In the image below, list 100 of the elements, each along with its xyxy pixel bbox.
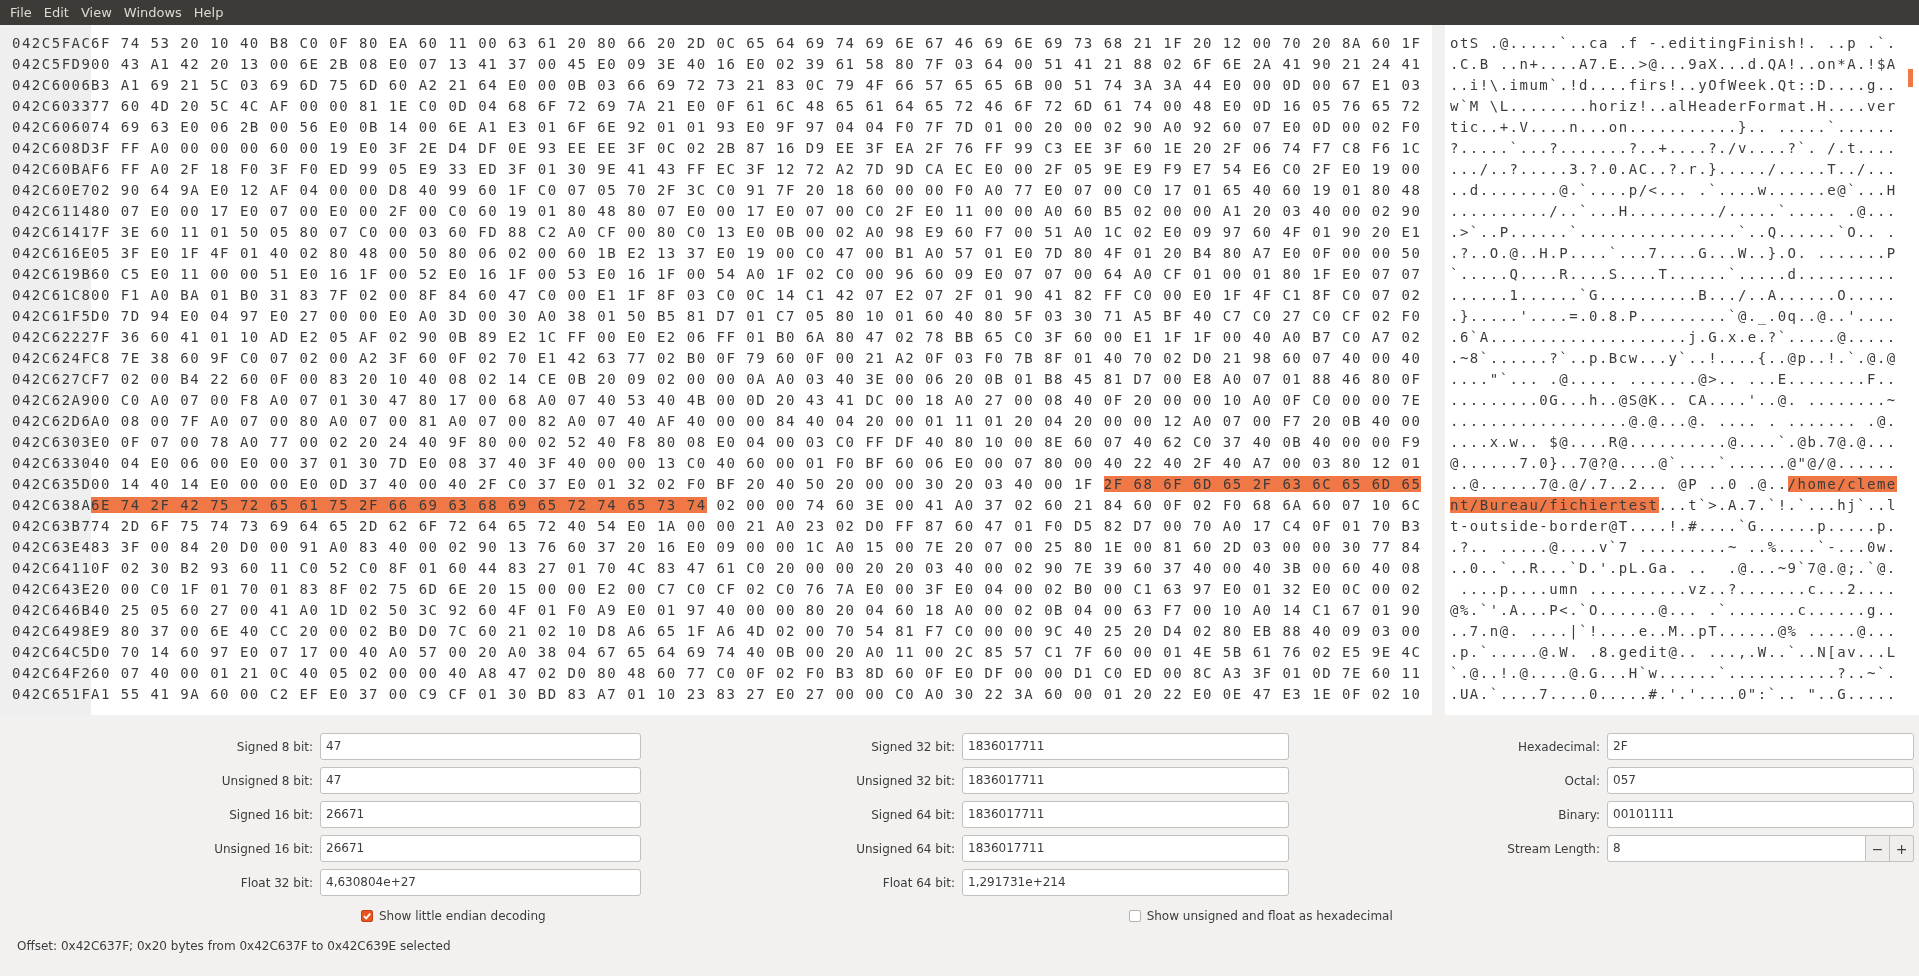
hex-bytes[interactable]: 83 3F 00 84 20 D0 00 91 A0 83 40 00 02 90 13 76 60 37 20 16 E0 09 00 00 1C A0 15 00 7E 20 07 00 25 80 1E 00 81 60 2D 03 00 00 30 77 84 <box>91 539 1422 555</box>
menu-item[interactable]: Windows <box>117 5 188 20</box>
input-field[interactable]: 26671 <box>320 835 641 862</box>
checkbox[interactable] <box>361 910 373 922</box>
hex-bytes[interactable]: 00 F1 A0 BA 01 B0 31 83 7F 02 00 8F 84 60 47 C0 00 E1 1F 8F 03 C0 0C 14 C1 42 07 E2 07 2F 01 90 41 82 FF C0 00 E0 1F 4F C1 8F C0 07 02 <box>91 287 1422 303</box>
ascii-text[interactable]: ?.....`...?.......?..+....?./v....?`. /.t.... <box>1450 140 1897 156</box>
hex-bytes[interactable]: 6E 74 2F 42 75 72 65 61 75 2F 66 69 63 68 69 65 72 74 65 73 74 <box>91 497 707 513</box>
input-field[interactable]: 1836017711 <box>962 767 1289 794</box>
hex-bytes[interactable]: 05 3F E0 1F 4F 01 40 02 80 48 00 50 80 06 02 00 60 1B E2 13 37 E0 19 00 C0 47 00 B1 A0 57 01 E0 7D 80 4F 01 20 B4 80 A7 E0 0F 00 00 50 <box>91 245 1422 261</box>
hex-bytes[interactable]: 00 C0 A0 07 00 F8 A0 07 01 30 47 80 17 00 68 A0 07 40 53 40 4B 00 0D 20 43 41 DC 00 18 A0 27 00 08 40 0F 20 00 00 10 A0 0F C0 00 00 7E <box>91 392 1422 408</box>
ascii-text[interactable]: ......1......`G..........B.../..A......O..... <box>1450 287 1897 303</box>
ascii-text[interactable]: ..................@.@...@. .... . ....... .@. <box>1450 413 1897 429</box>
input-field[interactable]: 1836017711 <box>962 801 1289 828</box>
ascii-text[interactable]: tic..+.V....n...on...........}.. .....`...... <box>1450 119 1897 135</box>
input-field[interactable]: 47 <box>320 733 641 760</box>
ascii-text[interactable]: @......7.0}..7@?@....@`....`......@"@/@...... <box>1450 455 1897 471</box>
hex-bytes[interactable]: 6F 74 53 20 10 40 B8 C0 0F 80 EA 60 11 00 63 61 20 80 66 20 2D 0C 65 64 69 74 69 6E 67 46 69 6E 69 73 68 21 1F 20 12 00 70 20 8A 60 1F <box>91 35 1422 51</box>
ascii-text[interactable]: ..7.n@. ....|`!....e..M..pT......@% .....@... <box>1450 623 1897 639</box>
ascii-text[interactable]: @%.`'.A...P<.`O......@... .`.......c......g.. <box>1450 602 1897 618</box>
ascii-text[interactable]: .>`..P......`................`..Q......`O.. . <box>1450 224 1897 240</box>
field-label: Unsigned 8 bit: <box>220 773 314 788</box>
hex-bytes[interactable]: 40 04 E0 06 00 E0 00 37 01 30 7D E0 08 37 40 3F 40 00 00 13 C0 40 60 00 01 F0 BF 60 06 E0 00 07 80 00 40 22 40 2F 40 A7 00 03 80 12 01 <box>91 455 1422 471</box>
ascii-text[interactable]: .6`A....................j.G.x.e.?`.....@..... <box>1450 329 1897 345</box>
ascii-text[interactable]: ..i!\.imum`.!d....firs!..yOfWeek.Qt::D....g.. <box>1450 77 1897 93</box>
ascii-text[interactable]: .C.B ..n+....A7.E..>@...9aX...d.QA!..on*A.!$A <box>1450 56 1897 72</box>
increment-button[interactable]: + <box>1890 835 1914 862</box>
hex-bytes[interactable]: 7F 36 60 41 01 10 AD E2 05 AF 02 90 0B 89 E2 1C FF 00 E0 E2 06 FF 01 B0 6A 80 47 02 78 BB 65 C0 3F 60 00 E1 1F 1F 00 40 A0 B7 C0 A7 02 <box>91 329 1422 345</box>
scroll-marker[interactable] <box>1908 69 1913 87</box>
ascii-text[interactable]: `.@..!.@....@.G...H`w......`...........?..~`. <box>1450 665 1897 681</box>
input-field[interactable]: 00101111 <box>1607 801 1914 828</box>
input-field[interactable]: 057 <box>1607 767 1914 794</box>
decrement-button[interactable]: − <box>1866 835 1890 862</box>
ascii-text[interactable]: ........../..`...H........./.....`..... .@... <box>1450 203 1897 219</box>
hex-bytes[interactable]: 20 00 C0 1F 01 70 01 83 8F 02 75 6D 6E 20 15 00 00 E2 00 C7 C0 CF 02 C0 76 7A E0 00 3F E0 04 00 02 B0 00 C1 63 97 E0 01 32 E0 0C 00 02 <box>91 581 1422 597</box>
hex-bytes[interactable]: 3F FF A0 00 00 00 60 00 19 E0 3F 2E D4 DF 0E 93 EE EE 3F 0C 02 2B 87 16 D9 EE 3F EA 2F 76 FF 99 C3 EE 3F 60 1E 20 2F 06 74 F7 C8 F6 1C <box>91 140 1422 156</box>
checkbox[interactable] <box>1128 910 1141 922</box>
ascii-text[interactable]: .p.`.....@.W. .8.gedit@.. ...,.W..`..N[av...L <box>1450 644 1897 660</box>
ascii-text[interactable]: t-outside-border@T....!.#....`G......p.....p. <box>1450 518 1897 534</box>
hex-bytes[interactable]: 00 43 A1 42 20 13 00 6E 2B 08 E0 07 13 41 37 00 45 E0 09 3E 40 16 E0 02 39 61 58 80 7F 03 64 00 51 41 21 88 02 6F 6E 2A 41 90 21 24 41 <box>91 56 1422 72</box>
ascii-text[interactable]: ....x.w.. $@....R@..........@....`.@b.7@.@... <box>1450 434 1897 450</box>
ascii-text[interactable]: ....p....umn ..........vz..?.......c...2.... <box>1450 581 1897 597</box>
input-field[interactable]: 8 <box>1607 835 1866 862</box>
hex-bytes[interactable]: 60 C5 E0 11 00 00 51 E0 16 1F 00 52 E0 16 1F 00 53 E0 16 1F 00 54 A0 1F 02 C0 00 96 60 09 E0 07 07 00 64 A0 CF 01 00 01 80 1F E0 07 07 <box>91 266 1422 282</box>
ascii-text[interactable]: .UA.`....7....0.....#.'.'....0":`.. "..G..... <box>1450 686 1897 702</box>
hex-bytes[interactable]: A1 55 41 9A 60 00 C2 EF E0 37 00 C9 CF 01 30 BD 83 A7 01 10 23 83 27 E0 27 00 00 C0 A0 30 22 3A 60 00 01 20 22 E0 0E 47 E3 1E 0F 02 10 <box>91 686 1422 702</box>
ascii-text[interactable]: w`M \L........horiz!..alHeaderFormat.H....ver <box>1450 98 1897 114</box>
row-offset: 042C6303 <box>12 434 92 450</box>
input-field[interactable]: 1836017711 <box>962 835 1289 862</box>
hex-bytes[interactable]: 0F 02 30 B2 93 60 11 C0 52 C0 8F 01 60 44 83 27 01 70 4C 83 47 61 C0 20 00 00 20 20 03 40 00 02 90 7E 39 60 37 40 00 40 3B 00 60 40 08 <box>91 560 1422 576</box>
checkbox-label[interactable]: Show little endian decoding <box>379 909 546 923</box>
ascii-text[interactable]: ..d........@.`....p/<... .`....w......e@`...H <box>1450 182 1897 198</box>
input-field[interactable]: 1836017711 <box>962 733 1289 760</box>
ascii-text[interactable]: .?.. .....@....v`7 .........~ ..%....`-...0w. <box>1450 539 1897 555</box>
row-offset: 042C6411 <box>12 560 92 576</box>
hex-bytes[interactable]: A0 08 00 7F A0 07 00 80 A0 07 00 81 A0 07 00 82 A0 07 40 AF 40 00 00 84 40 04 20 00 01 11 01 20 04 20 00 00 12 A0 07 00 F7 20 0B 40 00 <box>91 413 1422 429</box>
ascii-text[interactable]: ..@......7@.@/.7..2... @P ..0 .@.. <box>1450 476 1788 492</box>
ascii-text[interactable]: ...."`... .@..... .......@>.. ...E........F.. <box>1450 371 1897 387</box>
ascii-text[interactable]: ...t`>.A.7.`!.`...hj`..l <box>1658 497 1897 513</box>
ascii-text[interactable]: .}.....'....=.0.8.P.........`@._.0q..@..'.... <box>1450 308 1897 324</box>
hex-bytes[interactable]: 77 60 4D 20 5C 4C AF 00 00 81 1E C0 0D 04 68 6F 72 69 7A 21 E0 0F 61 6C 48 65 61 64 65 72 46 6F 72 6D 61 74 00 48 E0 0D 16 05 76 65 72 <box>91 98 1422 114</box>
hex-bytes[interactable]: 74 69 63 E0 06 2B 00 56 E0 0B 14 00 6E A1 E3 01 6F 6E 92 01 01 93 E0 9F 97 04 04 F0 7F 7D 01 00 20 00 02 90 A0 92 60 07 E0 0D 00 02 F0 <box>91 119 1422 135</box>
ascii-text[interactable]: .../..?.....3.?.0.AC..?.r.}...../.....T../... <box>1450 161 1897 177</box>
checkbox-label[interactable]: Show unsigned and float as hexadecimal <box>1146 909 1393 923</box>
ascii-text[interactable]: .?..O.@..H.P....`...7....G...W..}.O. .......P <box>1450 245 1897 261</box>
ascii-text[interactable]: /home/cleme <box>1787 476 1897 492</box>
ascii-text[interactable]: .........0G...h..@S@K.. CA....'..@. ........~ <box>1450 392 1897 408</box>
hex-bytes[interactable]: 74 2D 6F 75 74 73 69 64 65 2D 62 6F 72 64 65 72 40 54 E0 1A 00 00 21 A0 23 02 D0 FF 87 60 47 01 F0 D5 82 D7 00 70 A0 17 C4 0F 01 70 B3 <box>91 518 1422 534</box>
input-field[interactable]: 26671 <box>320 801 641 828</box>
hex-bytes[interactable]: 60 07 40 00 01 21 0C 40 05 02 00 00 40 A8 47 02 D0 80 48 60 77 C0 0F 02 F0 B3 8D 60 0F E0 DF 00 00 D1 C0 ED 00 8C A3 3F 01 0D 7E 60 11 <box>91 665 1422 681</box>
hex-bytes[interactable]: 2F 68 6F 6D 65 2F 63 6C 65 6D 65 <box>1103 476 1422 492</box>
hex-bytes[interactable]: 02 00 00 74 60 3E 00 41 A0 37 02 60 21 84 60 0F 02 F0 68 6A 60 07 10 6C <box>716 497 1422 513</box>
input-field[interactable]: 2F <box>1607 733 1914 760</box>
hex-bytes[interactable]: F7 02 00 B4 22 60 0F 00 83 20 10 40 08 02 14 CE 0B 20 09 02 00 00 0A A0 03 40 3E 00 06 20 0B 01 B8 45 81 D7 00 E8 A0 07 01 88 46 80 0F <box>91 371 1422 387</box>
hex-bytes[interactable]: 00 14 40 14 E0 00 00 E0 0D 37 40 00 40 2F C0 37 E0 01 32 02 F0 BF 20 40 50 20 00 00 30 20 03 40 00 1F <box>91 476 1094 492</box>
hex-bytes[interactable]: 40 25 05 60 27 00 41 A0 1D 02 50 3C 92 60 4F 01 F0 A9 E0 01 97 40 00 00 80 20 04 60 18 A0 00 02 0B 04 00 63 F7 00 10 A0 14 C1 67 01 90 <box>91 602 1422 618</box>
hex-bytes[interactable]: B3 A1 69 21 5C 03 69 6D 75 6D 60 A2 21 64 E0 00 0B 03 66 69 72 73 21 83 0C 79 4F 66 57 65 65 6B 00 51 74 3A 3A 44 E0 00 0D 00 67 E1 03 <box>91 77 1422 93</box>
hex-bytes[interactable]: 80 07 E0 00 17 E0 07 00 E0 00 2F 00 C0 60 19 01 80 48 80 07 E0 00 17 E0 07 00 C0 2F E0 11 00 00 A0 60 B5 02 00 00 A1 20 03 40 00 02 90 <box>91 203 1422 219</box>
hex-bytes[interactable]: 7F 3E 60 11 01 50 05 80 07 C0 00 03 60 FD 88 C2 A0 CF 00 80 C0 13 E0 0B 00 02 A0 98 E9 60 F7 00 51 A0 1C 02 E0 09 97 60 4F 01 90 20 E1 <box>91 224 1422 240</box>
ascii-text[interactable]: ..0..`..R...`D.'.pL.Ga. .. .@...~9`7@.@;.`@. <box>1450 560 1897 576</box>
ascii-text[interactable]: nt/Bureau/fichiertest <box>1450 497 1659 513</box>
menu-item[interactable]: View <box>74 5 118 20</box>
hex-bytes[interactable]: E9 80 37 00 6E 40 CC 20 00 02 B0 D0 7C 60 21 02 10 D8 A6 65 1F A6 4D 02 00 70 54 81 F7 C0 00 00 9C 40 25 20 D4 02 80 EB 88 40 09 03 00 <box>91 623 1422 639</box>
hex-bytes[interactable]: D0 70 14 60 97 E0 07 17 00 40 A0 57 00 20 A0 38 04 67 65 64 69 74 40 0B 00 20 A0 11 00 2C 85 57 C1 7F 60 00 01 4E 5B 61 76 02 E5 9E 4C <box>91 644 1422 660</box>
menu-item[interactable]: Help <box>187 5 230 20</box>
hex-bytes[interactable]: F6 FF A0 2F 18 F0 3F F0 ED 99 05 E9 33 ED 3F 01 30 9E 41 43 FF EC 3F 12 72 A2 7D 9D CA EC E0 00 2F 05 9E E9 F9 E7 54 E6 C0 2F E0 19 00 <box>91 161 1422 177</box>
menu-item[interactable]: Edit <box>37 5 75 20</box>
hex-bytes[interactable]: D0 7D 94 E0 04 97 E0 27 00 00 E0 A0 3D 00 30 A0 38 01 50 B5 81 D7 01 C7 05 80 10 01 60 40 80 5F 03 30 71 A5 BF 40 C7 C0 27 C0 CF 02 F0 <box>91 308 1422 324</box>
ascii-text[interactable]: `.....Q....R....S....T......`.....d.......... <box>1450 266 1897 282</box>
hex-bytes[interactable]: 02 90 64 9A E0 12 AF 04 00 00 D8 40 99 60 1F C0 07 05 70 2F 3C C0 91 7F 20 18 60 00 00 F0 A0 77 E0 07 00 C0 17 01 65 40 60 19 01 80 48 <box>91 182 1422 198</box>
menu-item[interactable]: File <box>4 5 38 20</box>
status-text: Offset: 0x42C637F; 0x20 bytes from 0x42C637F to 0x42C639E selected <box>17 939 452 953</box>
hex-bytes[interactable]: C8 7E 38 60 9F C0 07 02 00 A2 3F 60 0F 02 70 E1 42 63 77 02 B0 0F 79 60 0F 00 21 A2 0F 03 F0 7B 8F 01 40 70 02 D0 21 98 60 07 40 00 40 <box>91 350 1422 366</box>
ascii-text[interactable]: .~8`......?`..p.Bcw...y`..!....{..@p..!.`.@.@ <box>1450 350 1897 366</box>
field-label: Signed 32 bit: <box>870 739 956 754</box>
row-offset: 042C6330 <box>12 455 92 471</box>
input-field[interactable]: 1,291731e+214 <box>962 869 1289 896</box>
input-field[interactable]: 47 <box>320 767 641 794</box>
ascii-text[interactable]: otS .@.....`..ca .f -.editingFinish!. ..p .`. <box>1450 35 1897 51</box>
hex-bytes[interactable]: E0 0F 07 00 78 A0 77 00 02 20 24 40 9F 80 00 02 52 40 F8 80 08 E0 04 00 03 C0 FF DF 40 80 10 00 8E 60 07 40 62 C0 37 40 0B 40 00 00 F9 <box>91 434 1422 450</box>
input-field[interactable]: 4,630804e+27 <box>320 869 641 896</box>
